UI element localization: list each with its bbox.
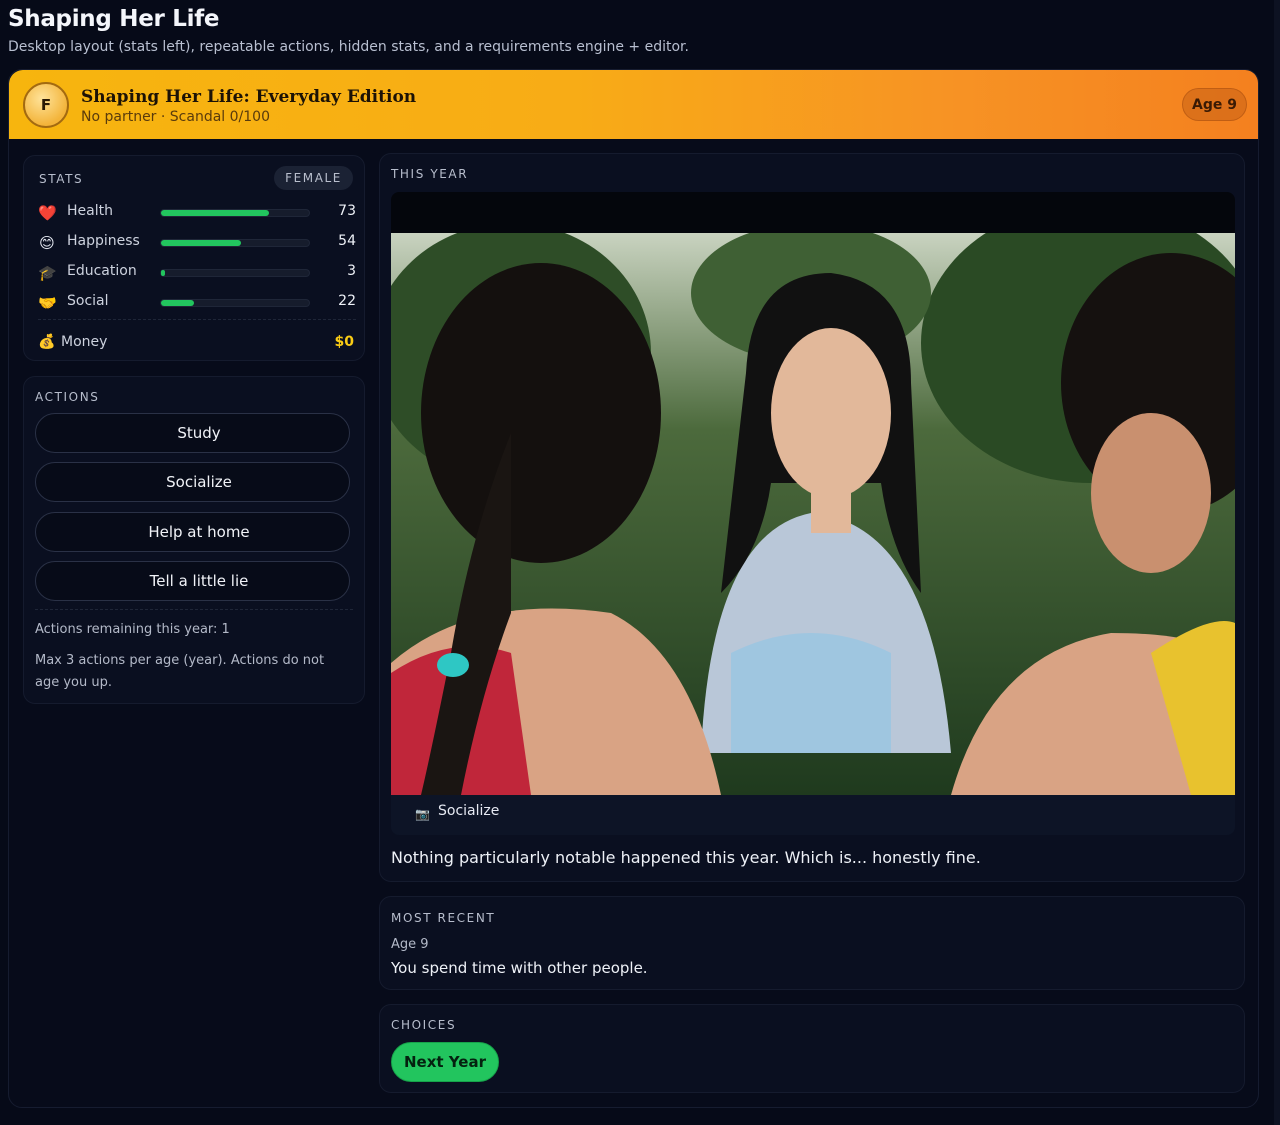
media-caption: Socialize: [438, 803, 500, 819]
tell-little-lie-button[interactable]: Tell a little lie: [35, 561, 350, 601]
actions-note: Max 3 actions per age (year). Actions do…: [35, 653, 325, 690]
choices-label: CHOICES: [391, 1018, 457, 1032]
avatar: F: [23, 82, 69, 128]
app-subtitle: Desktop layout (stats left), repeatable …: [8, 39, 689, 55]
age-badge: Age 9: [1182, 88, 1247, 121]
stat-name: Education: [67, 263, 137, 279]
stat-value: 73: [338, 203, 356, 219]
app-title: Shaping Her Life: [8, 6, 220, 32]
stat-row-health: ❤️ Health 73: [38, 200, 356, 224]
stat-bar: [160, 299, 310, 307]
stat-bar-fill: [161, 240, 241, 246]
next-year-button[interactable]: Next Year: [391, 1042, 499, 1082]
heart-icon: ❤️: [38, 204, 57, 222]
stat-value: 3: [347, 263, 356, 279]
help-at-home-button[interactable]: Help at home: [35, 512, 350, 552]
stat-value: 54: [338, 233, 356, 249]
this-year-panel: THIS YEAR 📷 Socialize Nothing particular…: [379, 153, 1245, 882]
event-media: 📷 Socialize: [391, 192, 1235, 835]
this-year-label: THIS YEAR: [391, 167, 469, 181]
event-image: [391, 233, 1235, 795]
banner-subtitle: No partner · Scandal 0/100: [81, 109, 270, 125]
scrollbar[interactable]: [1274, 0, 1280, 1125]
stat-bar: [160, 269, 310, 277]
stats-label: STATS: [39, 172, 84, 186]
divider: [35, 609, 353, 610]
choices-panel: CHOICES Next Year: [379, 1004, 1245, 1093]
study-button[interactable]: Study: [35, 413, 350, 453]
actions-label: ACTIONS: [35, 390, 100, 404]
stats-panel: STATS FEMALE ❤️ Health 73 😊 Happiness 54…: [23, 155, 365, 361]
sex-badge: FEMALE: [274, 166, 353, 190]
stat-name: Social: [67, 293, 109, 309]
year-summary: Nothing particularly notable happened th…: [391, 848, 981, 867]
socialize-button[interactable]: Socialize: [35, 462, 350, 502]
most-recent-label: MOST RECENT: [391, 911, 496, 925]
actions-panel: ACTIONS Study Socialize Help at home Tel…: [23, 376, 365, 704]
smile-icon: 😊: [39, 234, 55, 252]
page: Shaping Her Life Desktop layout (stats l…: [0, 0, 1280, 1125]
graduation-cap-icon: 🎓: [38, 264, 57, 282]
stat-name: Happiness: [67, 233, 140, 249]
stat-row-education: 🎓 Education 3: [38, 260, 356, 284]
divider: [38, 319, 356, 320]
most-recent-panel: MOST RECENT Age 9 You spend time with ot…: [379, 896, 1245, 990]
stat-bar-fill: [161, 210, 270, 216]
recent-age: Age 9: [391, 937, 429, 952]
stat-bar-fill: [161, 300, 194, 306]
game-container: F Shaping Her Life: Everyday Edition No …: [8, 69, 1259, 1108]
stat-row-social: 🤝 Social 22: [38, 290, 356, 314]
stat-bar: [160, 209, 310, 217]
money-bag-icon: 💰: [38, 334, 56, 350]
money-label: Money: [61, 334, 108, 350]
stat-row-happiness: 😊 Happiness 54: [38, 230, 356, 254]
media-header: [391, 192, 1235, 233]
photo-icon: 📷: [415, 807, 430, 821]
money-value: $0: [334, 334, 354, 350]
stat-value: 22: [338, 293, 356, 309]
banner-title: Shaping Her Life: Everyday Edition: [81, 87, 417, 107]
handshake-icon: 🤝: [38, 294, 57, 312]
actions-remaining: Actions remaining this year: 1: [35, 622, 230, 637]
character-banner: F Shaping Her Life: Everyday Edition No …: [9, 70, 1258, 139]
stat-bar-fill: [161, 270, 166, 276]
stat-name: Health: [67, 203, 113, 219]
recent-text: You spend time with other people.: [391, 959, 648, 977]
stat-bar: [160, 239, 310, 247]
